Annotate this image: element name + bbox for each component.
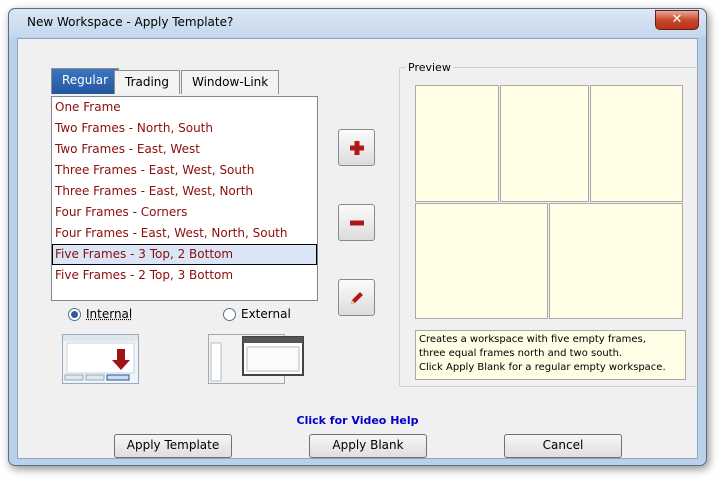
external-thumbnail-graphic (209, 335, 304, 383)
preview-frame (500, 85, 589, 202)
add-template-button[interactable] (338, 129, 375, 166)
video-help-link-text[interactable]: Click for Video Help (297, 414, 419, 427)
external-thumbnail (208, 334, 304, 384)
internal-label: Internal (86, 307, 133, 321)
external-radio[interactable] (223, 307, 236, 321)
preview-label: Preview (406, 61, 453, 74)
video-help-link[interactable]: Click for Video Help (18, 414, 697, 427)
pencil-icon (350, 291, 363, 304)
template-list-item[interactable]: Two Frames - East, West (52, 139, 317, 160)
apply-blank-button[interactable]: Apply Blank (309, 434, 427, 458)
tab-strip: Regular Trading Window-Link (51, 68, 311, 96)
tab-regular[interactable]: Regular (51, 68, 120, 94)
internal-thumbnail (62, 334, 139, 384)
description-line: three equal frames north and two south. (419, 348, 623, 359)
description-line: Click Apply Blank for a regular empty wo… (419, 362, 666, 373)
template-list-item[interactable]: Three Frames - East, West, South (52, 160, 317, 181)
preview-frame (590, 85, 683, 202)
template-list-item[interactable]: Five Frames - 3 Top, 2 Bottom (52, 244, 317, 265)
preview-description: Creates a workspace with five empty fram… (415, 330, 686, 380)
dialog-window: New Workspace - Apply Template? ✕ Regula… (8, 8, 707, 466)
template-list-item[interactable]: One Frame (52, 97, 317, 118)
tab-window-link[interactable]: Window-Link (181, 70, 280, 94)
template-list[interactable]: One Frame Two Frames - North, South Two Fr… (51, 96, 318, 301)
preview-frame (415, 85, 499, 202)
remove-template-button[interactable] (338, 204, 375, 241)
window-title: New Workspace - Apply Template? (27, 15, 234, 29)
internal-radio[interactable] (68, 307, 81, 321)
close-button[interactable]: ✕ (655, 10, 699, 30)
minus-icon (349, 220, 364, 225)
preview-frame (415, 203, 548, 319)
template-list-item[interactable]: Three Frames - East, West, North (52, 181, 317, 202)
title-bar[interactable]: New Workspace - Apply Template? ✕ (9, 9, 706, 37)
cancel-button[interactable]: Cancel (504, 434, 622, 458)
template-list-item[interactable]: Four Frames - East, West, North, South (52, 223, 317, 244)
template-list-item[interactable]: Two Frames - North, South (52, 118, 317, 139)
dialog-client-area: Regular Trading Window-Link One Frame Two… (17, 38, 699, 459)
edit-template-button[interactable] (338, 279, 375, 316)
external-option[interactable]: External (223, 307, 291, 321)
preview-frame (549, 203, 683, 319)
external-label: External (241, 307, 291, 321)
template-list-item[interactable]: Four Frames - Corners (52, 202, 317, 223)
plus-icon (349, 140, 364, 155)
description-line: Creates a workspace with five empty fram… (419, 334, 646, 345)
internal-option[interactable]: Internal (68, 307, 132, 321)
internal-thumbnail-graphic (63, 335, 138, 381)
apply-template-button[interactable]: Apply Template (114, 434, 232, 458)
tab-trading[interactable]: Trading (114, 70, 181, 94)
template-list-item[interactable]: Five Frames - 2 Top, 3 Bottom (52, 265, 317, 286)
